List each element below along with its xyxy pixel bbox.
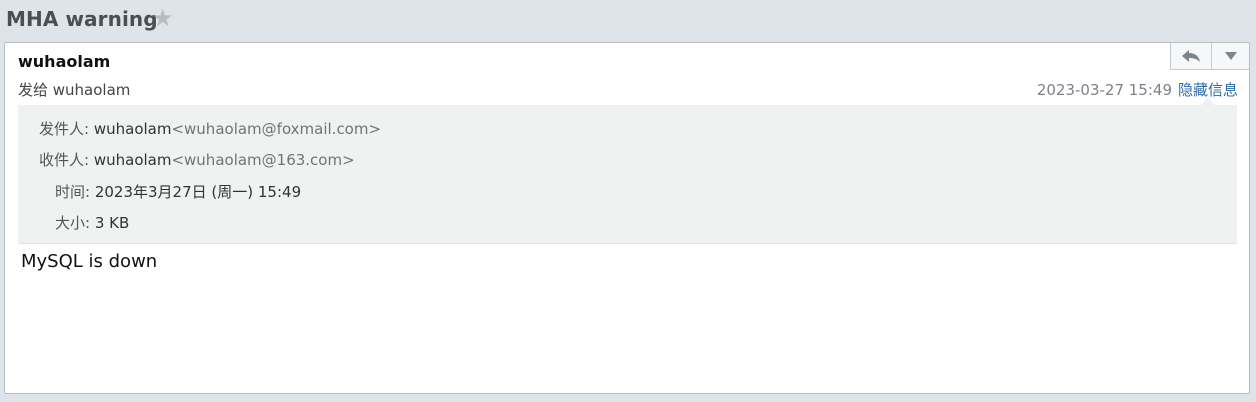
size-row: 大小: 3 KB [55, 212, 129, 233]
time-value: 2023年3月27日 (周一) 15:49 [94, 183, 302, 201]
from-name[interactable]: wuhaolam [94, 120, 172, 138]
from-address: <wuhaolam@foxmail.com> [171, 120, 382, 138]
from-row: 发件人: wuhaolam<wuhaolam@foxmail.com> [39, 118, 381, 139]
size-label: 大小: [55, 214, 91, 232]
size-value: 3 KB [94, 214, 130, 232]
to-label: 收件人: [39, 151, 90, 169]
reply-button[interactable] [1171, 43, 1212, 69]
recipient-summary: 发给 wuhaolam [18, 81, 131, 99]
time-row: 时间: 2023年3月27日 (周一) 15:49 [55, 181, 301, 202]
to-name[interactable]: wuhaolam [94, 151, 172, 169]
mail-meta: 2023-03-27 15:49 隐藏信息 [1037, 79, 1238, 100]
title-bar: MHA warning ★ [0, 0, 1256, 40]
mail-body: MySQL is down [21, 251, 158, 272]
hide-info-link[interactable]: 隐藏信息 [1178, 81, 1238, 99]
mail-action-group [1170, 43, 1249, 70]
mail-datetime: 2023-03-27 15:49 [1036, 81, 1172, 99]
sender-name: wuhaolam [18, 52, 111, 71]
more-actions-button[interactable] [1212, 43, 1249, 69]
chevron-down-icon [1224, 52, 1237, 60]
time-label: 时间: [55, 183, 91, 201]
mail-details-panel: 发件人: wuhaolam<wuhaolam@foxmail.com> 收件人:… [18, 105, 1237, 244]
star-icon[interactable]: ★ [152, 4, 174, 32]
mail-subject: MHA warning [6, 7, 158, 31]
mail-card: wuhaolam 发给 wuhaolam 2023-03-27 15:49 隐藏信… [4, 42, 1250, 394]
to-address: <wuhaolam@163.com> [171, 151, 355, 169]
from-label: 发件人: [39, 120, 90, 138]
bottom-strip [0, 394, 1256, 402]
reply-icon [1182, 50, 1200, 62]
to-row: 收件人: wuhaolam<wuhaolam@163.com> [39, 149, 355, 170]
